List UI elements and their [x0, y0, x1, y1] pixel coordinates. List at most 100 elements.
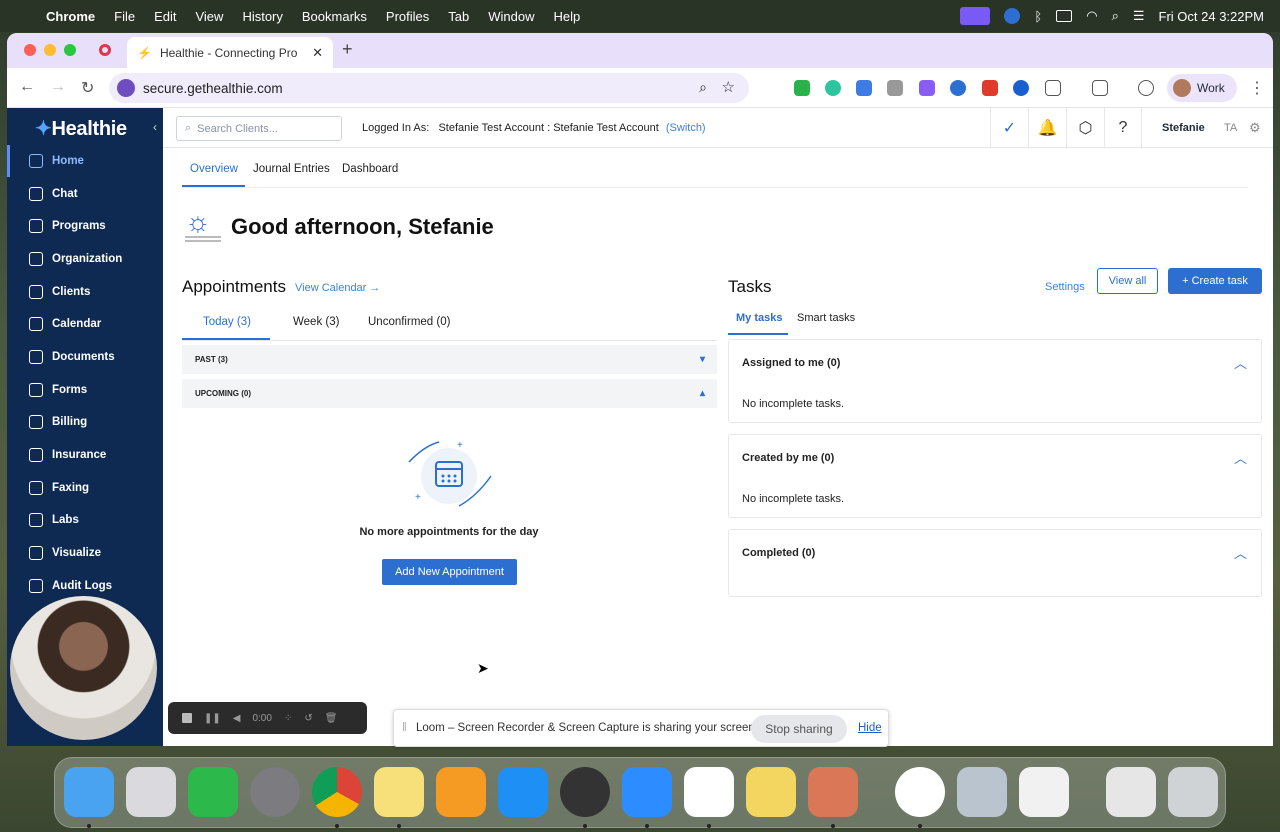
section-title[interactable]: Assigned to me (0) [742, 357, 840, 369]
sidebar-item-insurance[interactable]: Insurance [7, 439, 163, 471]
wifi-icon[interactable]: ◠ [1086, 8, 1097, 24]
hide-button[interactable]: Hide [858, 722, 882, 734]
launchpad-icon[interactable] [126, 767, 176, 817]
zoom-extension-icon[interactable] [950, 80, 966, 96]
tab-today[interactable]: Today (3) [203, 316, 251, 328]
textedit-icon[interactable] [1019, 767, 1069, 817]
numbers-icon[interactable] [188, 767, 238, 817]
bluetooth-icon[interactable]: ᛒ [1034, 9, 1042, 24]
messenger-icon[interactable] [895, 767, 945, 817]
menu-edit[interactable]: Edit [154, 9, 176, 24]
bell-icon[interactable]: 🔔 [1028, 108, 1066, 148]
trash-icon[interactable] [1168, 767, 1218, 817]
restart-icon[interactable]: ↺ [304, 713, 312, 724]
back-icon[interactable]: ← [19, 78, 35, 96]
tab-my-tasks[interactable]: My tasks [736, 312, 782, 324]
past-appointments-accordion[interactable]: PAST (3) ▾ [182, 345, 717, 374]
switch-account-link[interactable]: (Switch) [666, 122, 706, 134]
spotlight-icon[interactable]: ⌕ [1112, 8, 1119, 24]
sidebar-item-visualize[interactable]: Visualize [7, 537, 163, 569]
trash-icon[interactable]: 🗑 [325, 713, 338, 724]
menu-file[interactable]: File [114, 9, 135, 24]
sidebar-item-billing[interactable]: Billing [7, 406, 163, 438]
sidebar-item-labs[interactable]: Labs [7, 504, 163, 536]
forward-icon[interactable]: → [50, 78, 66, 96]
camera-extension-icon[interactable] [887, 80, 903, 96]
puzzle-extensions-icon[interactable] [1045, 80, 1061, 96]
sidebar-item-calendar[interactable]: Calendar [7, 308, 163, 340]
tab-week[interactable]: Week (3) [293, 316, 339, 328]
stickies-icon[interactable] [746, 767, 796, 817]
section-title[interactable]: Completed (0) [742, 547, 815, 559]
section-title[interactable]: Created by me (0) [742, 452, 834, 464]
puzzle-icon[interactable]: ⬡ [1066, 108, 1104, 148]
checkmark-icon[interactable]: ✓ [990, 108, 1028, 148]
add-new-appointment-button[interactable]: Add New Appointment [382, 559, 517, 585]
user-initials[interactable]: TA [1224, 122, 1237, 134]
sidebar-item-programs[interactable]: Programs [7, 210, 163, 242]
claude-icon[interactable] [808, 767, 858, 817]
extension-icon[interactable] [794, 80, 810, 96]
sidebar-item-clients[interactable]: Clients [7, 276, 163, 308]
password-extension-icon[interactable] [1013, 80, 1029, 96]
stop-sharing-button[interactable]: Stop sharing [751, 715, 847, 743]
extension-icon[interactable] [982, 80, 998, 96]
create-task-button[interactable]: + Create task [1168, 268, 1262, 294]
collapse-sidebar-icon[interactable]: ‹ [153, 120, 157, 134]
reload-icon[interactable]: ↻ [81, 78, 94, 98]
app-store-icon[interactable] [498, 767, 548, 817]
close-window-button[interactable] [24, 44, 36, 56]
search-clients-input[interactable]: ⌕ Search Clients... [176, 116, 342, 141]
gear-icon[interactable]: ⚙ [1249, 120, 1261, 136]
stop-recording-icon[interactable] [182, 713, 192, 723]
chevron-up-icon[interactable]: ︿ [1234, 543, 1247, 562]
zoom-icon[interactable] [622, 767, 672, 817]
menu-app-name[interactable]: Chrome [46, 9, 95, 24]
url-bar[interactable]: secure.gethealthie.com ⌕ ☆ [109, 73, 749, 103]
maximize-window-button[interactable] [64, 44, 76, 56]
close-tab-icon[interactable]: ✕ [312, 45, 323, 61]
webcam-bubble[interactable] [10, 596, 157, 740]
mute-icon[interactable]: ◀ [233, 713, 241, 724]
chrome-icon[interactable] [312, 767, 362, 817]
sidebar-item-faxing[interactable]: Faxing [7, 472, 163, 504]
bookmark-star-icon[interactable]: ☆ [722, 78, 735, 96]
upcoming-appointments-accordion[interactable]: UPCOMING (0) ▴ [182, 379, 717, 408]
new-tab-icon[interactable]: + [342, 39, 353, 60]
tab-dashboard[interactable]: Dashboard [342, 163, 398, 175]
slack-icon[interactable] [684, 767, 734, 817]
chrome-menu-icon[interactable]: ⋮ [1249, 78, 1265, 98]
zoom-icon[interactable]: ⌕ [699, 79, 707, 96]
preview-icon[interactable] [957, 767, 1007, 817]
drag-handle-icon[interactable]: ‖ [402, 722, 407, 734]
browser-tab[interactable]: ⚡ Healthie - Connecting Pro ✕ [127, 37, 333, 68]
chevron-up-icon[interactable]: ︿ [1234, 448, 1247, 467]
extension-icon[interactable] [1138, 80, 1154, 96]
battery-icon[interactable] [1056, 10, 1073, 22]
view-calendar-link[interactable]: View Calendar → [295, 282, 380, 294]
notes-icon[interactable] [374, 767, 424, 817]
extension-icon[interactable] [919, 80, 935, 96]
extension-icon[interactable] [825, 80, 841, 96]
sidebar-item-forms[interactable]: Forms [7, 374, 163, 406]
menu-tab[interactable]: Tab [448, 9, 469, 24]
tasks-settings-link[interactable]: Settings [1045, 281, 1085, 293]
menu-bookmarks[interactable]: Bookmarks [302, 9, 367, 24]
sidebar-item-documents[interactable]: Documents [7, 341, 163, 373]
tab-search-icon[interactable] [1092, 80, 1108, 96]
menubar-clock[interactable]: Fri Oct 24 3:22PM [1159, 9, 1264, 24]
sidebar-item-organization[interactable]: Organization [7, 243, 163, 275]
sidebar-item-home[interactable]: Home [7, 145, 163, 177]
tab-smart-tasks[interactable]: Smart tasks [797, 312, 855, 324]
help-icon[interactable]: ? [1104, 108, 1142, 148]
menu-history[interactable]: History [242, 9, 282, 24]
tab-journal-entries[interactable]: Journal Entries [253, 163, 330, 175]
user-name[interactable]: Stefanie [1162, 122, 1205, 134]
minimize-window-button[interactable] [44, 44, 56, 56]
quicktime-icon[interactable] [560, 767, 610, 817]
pause-icon[interactable]: ❚❚ [204, 713, 221, 724]
extension-icon[interactable] [856, 80, 872, 96]
view-all-button[interactable]: View all [1097, 268, 1158, 294]
menu-view[interactable]: View [195, 9, 223, 24]
menu-profiles[interactable]: Profiles [386, 9, 429, 24]
